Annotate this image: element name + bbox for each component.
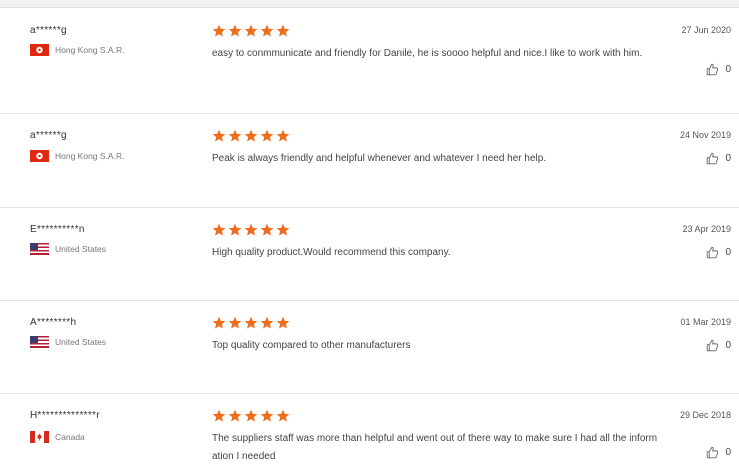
star-icon [260,129,274,142]
reviewer-name: A********h [30,317,77,328]
united-states-flag-icon [30,243,49,255]
review-comment: Top quality compared to other manufactur… [212,340,411,351]
country-name: United States [55,337,107,347]
thumbs-up-icon [707,246,719,259]
star-icon [260,409,274,422]
review-date: 29 Dec 2018 [679,410,731,420]
country-name: Canada [55,432,85,442]
star-icon [260,24,274,37]
review-item: A********h United States Top quality com… [0,301,739,394]
reviews-list: a******g Hong Kong S.A.R. easy to conmmu… [0,0,739,469]
thumbs-up-icon [707,339,719,352]
reviewer-name: E**********n [30,224,85,235]
thumbs-up-icon [707,446,719,459]
review-date: 23 Apr 2019 [682,224,731,234]
review-comment: High quality product.Would recommend thi… [212,247,451,258]
star-icon [244,129,258,142]
review-comment: easy to conmmunicate and friendly for Da… [212,48,643,59]
star-icon [276,409,290,422]
hong-kong-flag-icon [30,44,49,56]
review-item: a******g Hong Kong S.A.R. Peak is always… [0,114,739,208]
reviewer-country: Canada [30,431,85,443]
canada-flag-icon [30,431,49,443]
rating-stars [212,409,290,423]
star-icon [212,24,226,37]
reviewer-country: Hong Kong S.A.R. [30,44,124,56]
country-name: United States [55,244,107,254]
star-icon [276,24,290,37]
reviewer-country: United States [30,336,106,348]
review-item: a******g Hong Kong S.A.R. easy to conmmu… [0,7,739,114]
star-icon [212,316,226,329]
like-button[interactable]: 0 [706,152,731,165]
review-date: 27 Jun 2020 [681,25,731,35]
review-item: E**********n United States High quality … [0,208,739,301]
reviewer-name: H**************r [30,410,100,421]
star-icon [228,409,242,422]
review-date: 24 Nov 2019 [679,130,731,140]
star-icon [276,316,290,329]
review-date: 01 Mar 2019 [680,317,731,327]
review-item: H**************r Canada The suppliers st… [0,394,739,469]
star-icon [212,129,226,142]
star-icon [260,223,274,236]
like-button[interactable]: 0 [706,339,731,352]
like-count: 0 [725,247,731,258]
star-icon [212,409,226,422]
star-icon [228,24,242,37]
like-button[interactable]: 0 [706,63,731,76]
star-icon [260,316,274,329]
like-count: 0 [725,153,731,164]
rating-stars [212,223,290,237]
star-icon [244,24,258,37]
review-comment: The suppliers staff was more than helpfu… [212,433,658,462]
reviewer-country: United States [30,243,106,255]
united-states-flag-icon [30,336,49,348]
country-name: Hong Kong S.A.R. [55,45,125,55]
hong-kong-flag-icon [30,150,49,162]
country-name: Hong Kong S.A.R. [55,151,125,161]
reviewer-name: a******g [30,25,67,36]
star-icon [244,409,258,422]
rating-stars [212,316,290,330]
like-button[interactable]: 0 [706,446,731,459]
like-count: 0 [725,340,731,351]
star-icon [228,316,242,329]
reviewer-country: Hong Kong S.A.R. [30,150,124,162]
star-icon [276,223,290,236]
star-icon [212,223,226,236]
thumbs-up-icon [707,152,719,165]
star-icon [228,223,242,236]
star-icon [228,129,242,142]
reviewer-name: a******g [30,130,67,141]
rating-stars [212,129,290,143]
thumbs-up-icon [707,63,719,76]
like-button[interactable]: 0 [706,246,731,259]
rating-stars [212,24,290,38]
star-icon [276,129,290,142]
like-count: 0 [725,64,731,75]
star-icon [244,223,258,236]
review-comment: Peak is always friendly and helpful when… [212,153,547,164]
like-count: 0 [725,447,731,458]
star-icon [244,316,258,329]
